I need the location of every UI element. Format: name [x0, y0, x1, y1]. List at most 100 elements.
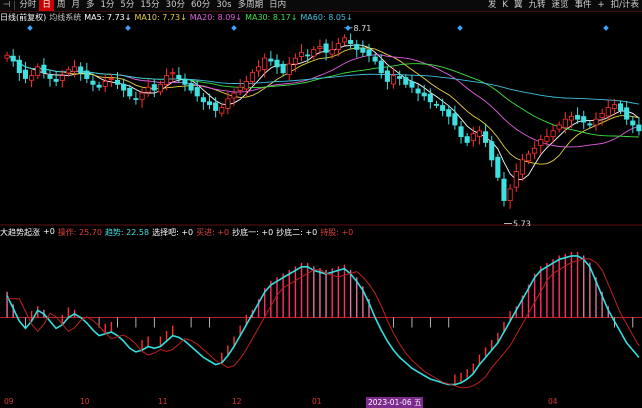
- candle-body: [525, 153, 532, 162]
- candle-body: [624, 107, 630, 120]
- candle-body: [593, 118, 599, 126]
- candle-body: [446, 109, 452, 117]
- candle-body: [194, 87, 200, 97]
- candle-body: [170, 72, 176, 75]
- toolbar-tool[interactable]: 扣/计表: [608, 0, 642, 11]
- candle-body: [317, 46, 323, 49]
- ma-value: MA30: 8.17↓: [245, 13, 298, 22]
- toolbar-tool[interactable]: 发: [485, 0, 500, 11]
- candle-body: [243, 81, 249, 90]
- event-marker-icon: [231, 25, 237, 31]
- event-marker-icon: [27, 25, 33, 31]
- candle-body: [219, 107, 225, 114]
- candle-body: [341, 37, 348, 43]
- operation-line: [7, 258, 640, 389]
- candle-body: [617, 103, 624, 111]
- date-axis: 09 10 11 12 01 2023-01-06 五 04: [0, 397, 642, 408]
- candle-body: [550, 130, 556, 138]
- candle-body: [427, 93, 433, 103]
- toolbar-tool[interactable]: +: [595, 0, 608, 11]
- candle-body: [452, 113, 458, 126]
- candle-body: [630, 120, 636, 126]
- candle-body: [329, 49, 335, 55]
- sub-indicator-value: 抄底一: +0: [232, 228, 274, 237]
- candle-body: [483, 131, 489, 143]
- candle-body: [127, 87, 133, 97]
- period-tab[interactable]: 日: [39, 0, 54, 11]
- period-tab[interactable]: 30分: [163, 0, 188, 11]
- candle-body: [599, 112, 605, 118]
- period-tab[interactable]: 60分: [188, 0, 213, 11]
- candle-body: [544, 136, 550, 142]
- candle-body: [384, 70, 390, 82]
- candle-body: [84, 70, 90, 79]
- period-tab[interactable]: 月: [68, 0, 83, 11]
- candle-body: [605, 107, 611, 117]
- candle-body: [470, 133, 476, 142]
- candle-body: [458, 126, 464, 138]
- candle-body: [513, 171, 519, 188]
- sub-indicator-bar: 大趋势起涨 +0 操作: 25.70 趋势: 22.58 选择吧: +0 买进: +0 抄…: [0, 227, 642, 238]
- ma-indicator-bar: 日线(前复权) 均线系统 MA5: 7.73↓ MA10: 7.73↓ MA20: …: [0, 12, 642, 23]
- candle-body: [280, 63, 286, 74]
- sub-indicator-value: 趋势: 22.58: [104, 228, 150, 237]
- period-tab[interactable]: 5分: [117, 0, 137, 11]
- date-label: 01: [312, 397, 322, 406]
- candle-body: [464, 136, 470, 143]
- indicator-name[interactable]: 均线系统: [49, 12, 81, 23]
- toolbar-tool[interactable]: 翼: [511, 0, 526, 11]
- period-tab[interactable]: 多周期: [235, 0, 267, 11]
- candle-body: [59, 75, 65, 81]
- period-toolbar: ⊣ 分时日周月多 1分 5分 15分 30分 60分 30s 多周期 日内 发 K 翼九转 速览 事件 +…: [0, 0, 642, 12]
- candle-body: [41, 64, 47, 74]
- candle-body: [182, 78, 188, 85]
- candle-body: [274, 59, 280, 68]
- mode-label[interactable]: 日线(前复权): [0, 12, 46, 23]
- ma-line: [6, 44, 640, 181]
- ma-value: MA60: 8.05↓: [300, 13, 353, 22]
- candle-body: [636, 124, 642, 132]
- candle-body: [206, 101, 213, 106]
- candle-body: [78, 66, 84, 74]
- period-tab[interactable]: 1分: [97, 0, 117, 11]
- period-tabs: 分时日周月多 1分 5分 15分 30分 60分 30s 多周期 日内: [16, 0, 289, 11]
- candle-body: [476, 130, 482, 137]
- candle-body: [102, 81, 108, 87]
- candle-body: [538, 139, 544, 147]
- sub-indicator-name[interactable]: 大趋势起涨: [0, 227, 40, 238]
- candle-body: [507, 188, 513, 201]
- prev-button[interactable]: ⊣: [0, 0, 13, 11]
- ma-value: MA20: 8.09↓: [189, 13, 243, 22]
- candle-body: [556, 124, 562, 130]
- candle-body: [409, 81, 415, 88]
- period-tab[interactable]: 30s: [213, 0, 234, 11]
- sub-indicator-value: 持股: +0: [320, 228, 354, 237]
- period-tab[interactable]: 分时: [16, 0, 39, 11]
- candle-body: [16, 59, 22, 74]
- candlestick-chart[interactable]: 8.71 5.73: [0, 24, 642, 226]
- event-marker-icon: [345, 25, 351, 31]
- trend-indicator-chart[interactable]: [0, 239, 642, 396]
- candle-body: [366, 49, 372, 56]
- period-tab[interactable]: 15分: [137, 0, 162, 11]
- toolbar-tool[interactable]: 事件: [571, 0, 594, 11]
- candle-body: [415, 88, 421, 94]
- candle-body: [35, 66, 41, 76]
- sub-indicator-value: +0: [43, 227, 55, 236]
- event-marker-icon: [457, 25, 463, 31]
- ma-value: MA5: 7.73↓: [84, 13, 132, 22]
- date-label: 12: [232, 397, 242, 406]
- toolbar-tool[interactable]: K: [499, 0, 511, 11]
- candle-body: [151, 84, 157, 91]
- candle-body: [10, 55, 16, 62]
- toolbar-tool[interactable]: 速览: [548, 0, 571, 11]
- sub-indicator-values: +0 操作: 25.70 趋势: 22.58 选择吧: +0 买进: +0 抄底一: +0…: [43, 227, 356, 238]
- candle-body: [378, 60, 384, 74]
- high-label: 8.71: [353, 24, 371, 33]
- period-tab[interactable]: 多: [83, 0, 98, 11]
- period-tab[interactable]: 日内: [266, 0, 289, 11]
- period-tab[interactable]: 周: [54, 0, 69, 11]
- candle-body: [575, 115, 581, 120]
- candle-body: [335, 43, 341, 50]
- toolbar-tool[interactable]: 九转: [525, 0, 548, 11]
